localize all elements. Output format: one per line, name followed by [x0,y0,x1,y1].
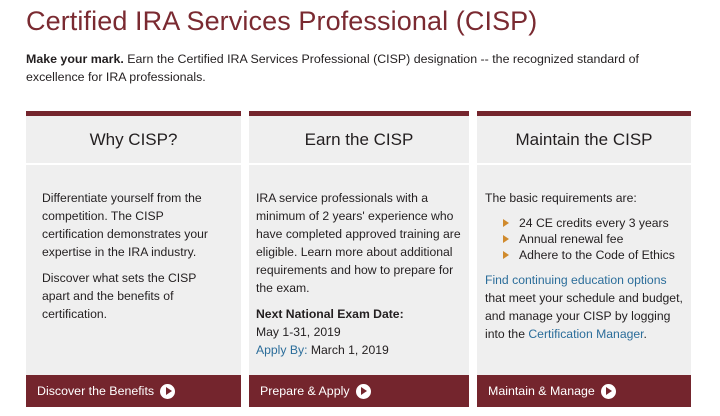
requirement-text: Adhere to the Code of Ethics [519,248,675,262]
card-body: IRA service professionals with a minimum… [249,165,469,359]
card-body: Differentiate yourself from the competit… [26,165,241,323]
card-paragraph: Find continuing education options that m… [485,271,685,343]
list-item: Adhere to the Code of Ethics [501,247,685,263]
ce-options-link[interactable]: Find continuing education options [485,273,667,287]
apply-by-date: March 1, 2019 [307,343,389,357]
prepare-apply-button[interactable]: Prepare & Apply [249,375,469,407]
card-paragraph: IRA service professionals with a minimum… [256,191,461,295]
requirements-list: 24 CE credits every 3 years Annual renew… [485,215,685,263]
apply-by-link[interactable]: Apply By: [256,343,307,357]
discover-benefits-button[interactable]: Discover the Benefits [26,375,241,407]
card-body: The basic requirements are: 24 CE credit… [477,165,691,343]
triangle-bullet-icon [503,235,509,243]
card-paragraph: Differentiate yourself from the competit… [42,191,208,259]
card-heading: Why CISP? [26,116,241,165]
arrow-circle-right-icon [160,383,176,399]
arrow-circle-right-icon [600,383,616,399]
page-title: Certified IRA Services Professional (CIS… [26,6,538,36]
arrow-circle-right-icon [355,383,371,399]
maintain-manage-button[interactable]: Maintain & Manage [477,375,691,407]
card-maintain-cisp: Maintain the CISP The basic requirements… [477,111,691,407]
intro-text: Make your mark. Earn the Certified IRA S… [26,50,686,86]
certification-manager-link[interactable]: Certification Manager [528,327,643,341]
exam-label: Next National Exam Date: [256,307,404,321]
card-heading: Earn the CISP [249,116,469,165]
card-why-cisp: Why CISP? Differentiate yourself from th… [26,111,241,407]
text: . [643,327,647,341]
requirements-intro: The basic requirements are: [485,191,637,205]
button-label: Discover the Benefits [37,384,155,398]
button-label: Prepare & Apply [260,384,350,398]
card-heading: Maintain the CISP [477,116,691,165]
triangle-bullet-icon [503,219,509,227]
card-paragraph: Discover what sets the CISP apart and th… [42,271,197,321]
card-earn-cisp: Earn the CISP IRA service professionals … [249,111,469,407]
requirement-text: Annual renewal fee [519,232,624,246]
triangle-bullet-icon [503,251,509,259]
list-item: Annual renewal fee [501,231,685,247]
list-item: 24 CE credits every 3 years [501,215,685,231]
intro-lead: Make your mark. [26,52,124,66]
exam-dates: May 1-31, 2019 [256,325,341,339]
apply-by: Apply By: March 1, 2019 [256,341,461,359]
requirement-text: 24 CE credits every 3 years [519,216,669,230]
button-label: Maintain & Manage [488,384,595,398]
